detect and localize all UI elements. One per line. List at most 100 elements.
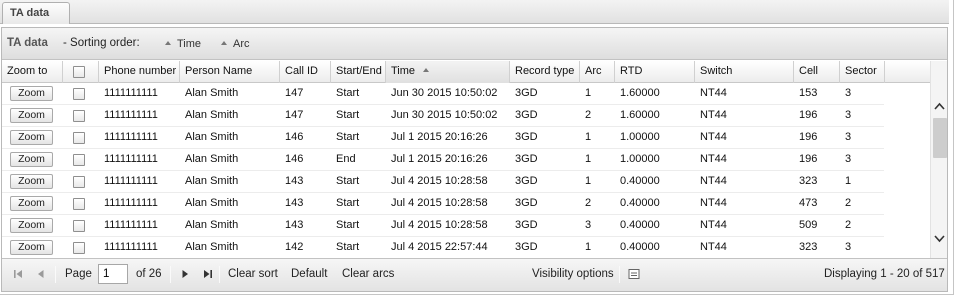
cell-record-type: 3GD xyxy=(515,197,538,209)
cell-arc: 1 xyxy=(585,241,592,253)
cell-person-name: Alan Smith xyxy=(185,197,239,209)
sort-chip-arc[interactable]: Arc xyxy=(221,38,250,50)
cell-sector: 2 xyxy=(845,197,852,209)
data-grid: Zoom to Phone number Person Name Call ID Sta… xyxy=(2,61,930,258)
table-row[interactable]: Zoom 1111111111 Alan Smith 143 Start Jul 4 20… xyxy=(2,215,884,237)
column-header-time[interactable]: Time xyxy=(386,61,510,83)
table-row[interactable]: Zoom 1111111111 Alan Smith 147 Start Jun 30 2… xyxy=(2,83,884,105)
sort-toolbar: TA data - Sorting order: Time Arc xyxy=(2,28,947,60)
cell-cell: 196 xyxy=(799,109,818,121)
first-page-icon[interactable] xyxy=(12,268,24,280)
cell-phone-number: 1111111111 xyxy=(104,175,158,187)
default-button[interactable]: Default xyxy=(291,268,327,280)
vertical-scrollbar[interactable] xyxy=(930,61,947,258)
visibility-options-button[interactable]: Visibility options xyxy=(532,268,614,280)
scroll-up-icon[interactable] xyxy=(934,101,945,112)
cell-person-name: Alan Smith xyxy=(185,87,239,99)
cell-switch: NT44 xyxy=(700,131,727,143)
column-header-sector[interactable]: Sector xyxy=(840,61,885,83)
cell-cell: 509 xyxy=(799,219,818,231)
sort-chip-label: Time xyxy=(177,38,202,50)
row-checkbox[interactable] xyxy=(73,242,85,254)
cell-cell: 323 xyxy=(799,175,818,187)
row-checkbox[interactable] xyxy=(73,176,85,188)
table-row[interactable]: Zoom 1111111111 Alan Smith 146 End Jul 1 2015… xyxy=(2,149,884,171)
row-checkbox[interactable] xyxy=(73,88,85,100)
cell-rtd: 1.60000 xyxy=(620,109,660,121)
sorting-order-label: - Sorting order: xyxy=(63,37,140,49)
zoom-button[interactable]: Zoom xyxy=(10,130,53,145)
table-row[interactable]: Zoom 1111111111 Alan Smith 147 Start Jun 30 2… xyxy=(2,105,884,127)
last-page-icon[interactable] xyxy=(202,268,214,280)
zoom-button[interactable]: Zoom xyxy=(10,108,53,123)
next-page-icon[interactable] xyxy=(179,268,191,280)
cell-call-id: 146 xyxy=(285,153,304,165)
column-header-select[interactable] xyxy=(63,61,99,83)
zoom-button[interactable]: Zoom xyxy=(10,152,53,167)
column-header-zoom-to[interactable]: Zoom to xyxy=(2,61,63,83)
cell-rtd: 1.60000 xyxy=(620,87,660,99)
column-header-arc[interactable]: Arc xyxy=(580,61,615,83)
row-checkbox[interactable] xyxy=(73,220,85,232)
select-all-checkbox[interactable] xyxy=(73,66,85,78)
cell-person-name: Alan Smith xyxy=(185,241,239,253)
toolbar-separator xyxy=(619,266,620,283)
scrollbar-thumb[interactable] xyxy=(933,118,947,158)
clear-sort-button[interactable]: Clear sort xyxy=(228,268,278,280)
zoom-button[interactable]: Zoom xyxy=(10,174,53,189)
column-header-switch[interactable]: Switch xyxy=(695,61,794,83)
table-row[interactable]: Zoom 1111111111 Alan Smith 142 Start Jul 4 20… xyxy=(2,237,884,258)
column-header-phone-number[interactable]: Phone number xyxy=(99,61,180,83)
zoom-button[interactable]: Zoom xyxy=(10,86,53,101)
cell-sector: 3 xyxy=(845,87,852,99)
column-header-label: Phone number xyxy=(104,65,177,77)
displaying-count: Displaying 1 - 20 of 517 xyxy=(824,268,945,280)
window-frame: TA data TA data - Sorting order: Time Ar… xyxy=(0,0,954,295)
zoom-button[interactable]: Zoom xyxy=(10,196,53,211)
column-header-rtd[interactable]: RTD xyxy=(615,61,695,83)
toolbar-separator xyxy=(170,266,171,283)
cell-person-name: Alan Smith xyxy=(185,175,239,187)
cell-rtd: 1.00000 xyxy=(620,131,660,143)
cell-time: Jul 4 2015 22:57:44 xyxy=(391,241,488,253)
zoom-button[interactable]: Zoom xyxy=(10,218,53,233)
column-header-person-name[interactable]: Person Name xyxy=(180,61,280,83)
tab-strip: TA data xyxy=(0,0,949,24)
page-number-input[interactable] xyxy=(98,264,128,284)
table-row[interactable]: Zoom 1111111111 Alan Smith 146 Start Jul 1 20… xyxy=(2,127,884,149)
column-header-cell[interactable]: Cell xyxy=(794,61,840,83)
cell-cell: 196 xyxy=(799,153,818,165)
cell-phone-number: 1111111111 xyxy=(104,153,158,165)
cell-start-end: Start xyxy=(336,87,360,99)
column-header-label: Cell xyxy=(799,65,818,77)
cell-person-name: Alan Smith xyxy=(185,109,239,121)
clear-arcs-button[interactable]: Clear arcs xyxy=(342,268,394,280)
ta-data-panel: TA data - Sorting order: Time Arc Zoom t… xyxy=(1,27,948,292)
row-checkbox[interactable] xyxy=(73,154,85,166)
scroll-down-icon[interactable] xyxy=(934,233,945,244)
cell-sector: 3 xyxy=(845,109,852,121)
tab-ta-data[interactable]: TA data xyxy=(2,2,70,24)
cell-arc: 1 xyxy=(585,131,592,143)
column-header-record-type[interactable]: Record type xyxy=(510,61,580,83)
export-icon[interactable] xyxy=(628,268,640,280)
cell-time: Jul 1 2015 20:16:26 xyxy=(391,131,488,143)
cell-record-type: 3GD xyxy=(515,175,538,187)
table-row[interactable]: Zoom 1111111111 Alan Smith 143 Start Jul 4 20… xyxy=(2,171,884,193)
cell-record-type: 3GD xyxy=(515,241,538,253)
column-header-call-id[interactable]: Call ID xyxy=(280,61,331,83)
column-header-start-end[interactable]: Start/End xyxy=(331,61,386,83)
column-header-label: Arc xyxy=(585,65,602,77)
zoom-button[interactable]: Zoom xyxy=(10,240,53,255)
row-checkbox[interactable] xyxy=(73,132,85,144)
page-count-label: of 26 xyxy=(136,268,162,280)
cell-rtd: 1.00000 xyxy=(620,153,660,165)
table-row[interactable]: Zoom 1111111111 Alan Smith 143 Start Jul 4 20… xyxy=(2,193,884,215)
cell-sector: 3 xyxy=(845,153,852,165)
toolbar-separator xyxy=(55,266,56,283)
sort-chip-time[interactable]: Time xyxy=(165,38,201,50)
previous-page-icon[interactable] xyxy=(35,268,47,280)
cell-cell: 323 xyxy=(799,241,818,253)
row-checkbox[interactable] xyxy=(73,110,85,122)
row-checkbox[interactable] xyxy=(73,198,85,210)
